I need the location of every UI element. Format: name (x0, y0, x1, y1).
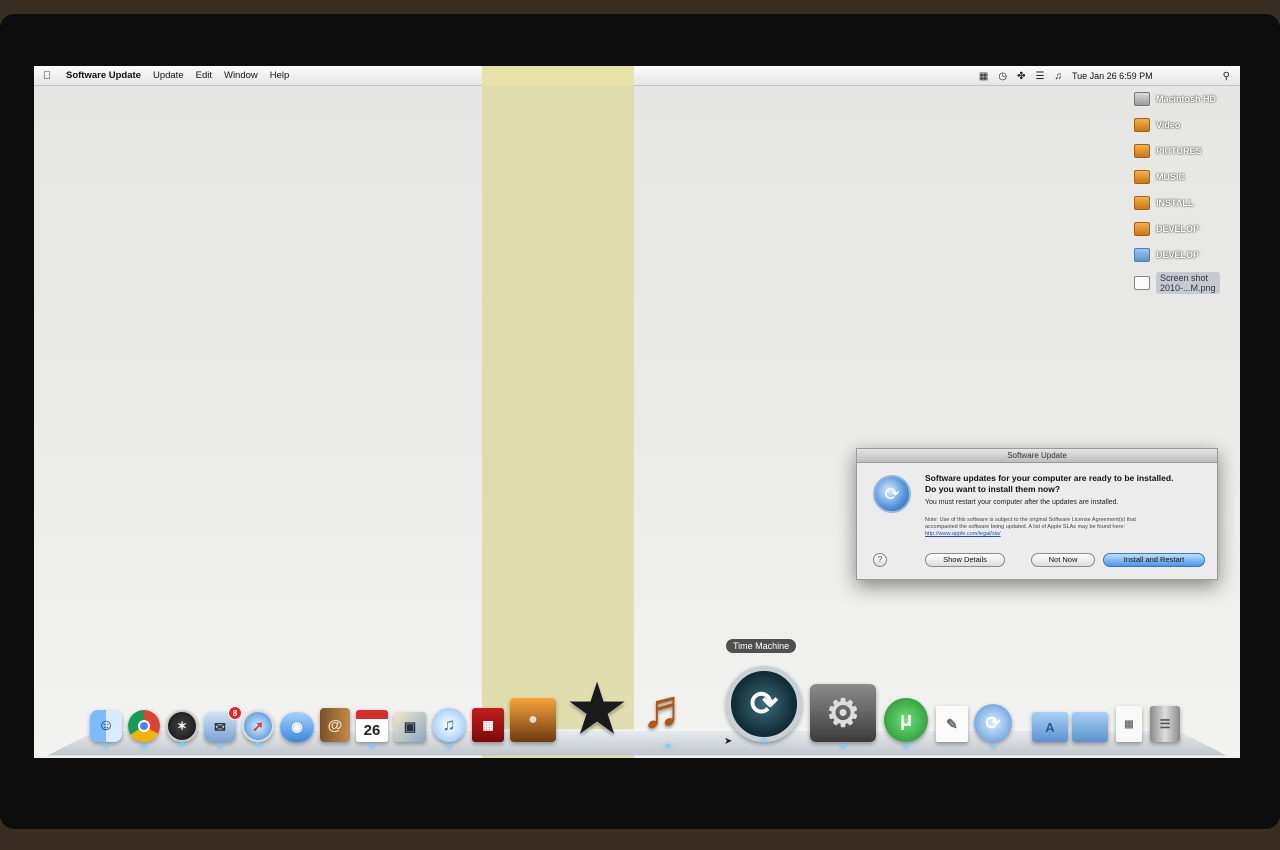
dialog-heading: Software updates for your computer are r… (925, 473, 1174, 494)
time-machine-icon[interactable]: ⟳ (726, 666, 802, 743)
finder-icon[interactable]: ☺ (90, 710, 122, 748)
dialog-note: Note: Use of this software is subject to… (925, 517, 1145, 538)
iphoto-icon[interactable]: ● (510, 698, 556, 742)
desktop-item-screenshot[interactable]: Screen shot 2010-...M.png (1134, 268, 1236, 298)
menu-bar:  Software Update Update Edit Window Hel… (34, 66, 1240, 86)
running-indicator (666, 744, 670, 748)
external-drive-icon (1134, 196, 1150, 210)
running-indicator (142, 744, 146, 748)
hard-drive-icon (1134, 92, 1150, 106)
desktop-item-install[interactable]: INSTALL (1134, 190, 1236, 216)
sla-link[interactable]: http://www.apple.com/legal/sla/ (925, 531, 1001, 537)
safari-icon[interactable]: ➚ (242, 710, 274, 746)
running-indicator (904, 744, 908, 748)
menu-window[interactable]: Window (218, 70, 264, 81)
clock[interactable]: Tue Jan 26 6:59 PM (1072, 71, 1153, 81)
not-now-button[interactable]: Not Now (1031, 553, 1095, 567)
dialog-message: You must restart your computer after the… (925, 499, 1119, 506)
software-update-dialog: Software Update ⟳ Software updates for y… (856, 448, 1218, 580)
running-indicator (180, 742, 184, 746)
script-icon[interactable]: ▦ (979, 71, 988, 82)
wifi-icon[interactable]: ☰ (1035, 71, 1044, 82)
install-and-restart-button[interactable]: Install and Restart (1103, 553, 1205, 567)
running-indicator (447, 744, 451, 748)
mail-badge: 8 (228, 706, 242, 720)
desktop-icons: Macintosh HD Video PICTURES MUSIC INSTAL… (1134, 86, 1236, 298)
running-indicator (370, 744, 374, 748)
software-update-icon: ⟳ (873, 475, 911, 513)
apple-menu-icon[interactable]:  (34, 70, 60, 82)
itunes-icon[interactable]: ♫ (432, 708, 466, 748)
bluetooth-icon[interactable]: ✤ (1017, 71, 1025, 82)
external-drive-icon (1134, 144, 1150, 158)
garageband-icon[interactable]: ♬ (638, 676, 698, 748)
dialog-title[interactable]: Software Update (857, 449, 1217, 463)
image-file-icon (1134, 276, 1150, 290)
photo-booth-icon[interactable]: ▦ (472, 708, 504, 742)
volume-icon[interactable]: ♫ (1054, 71, 1062, 82)
desktop-item-pictures[interactable]: PICTURES (1134, 138, 1236, 164)
running-indicator (762, 739, 766, 743)
dialog-note-text: Note: Use of this software is subject to… (925, 517, 1136, 530)
status-area: ▦ ◷ ✤ ☰ ♫ Tue Jan 26 6:59 PM ⚲ (979, 66, 1230, 86)
menu-update[interactable]: Update (147, 70, 190, 81)
folder-icon (1134, 248, 1150, 262)
external-drive-icon (1134, 118, 1150, 132)
imovie-icon[interactable]: ★ (564, 673, 630, 745)
time-machine-icon[interactable]: ◷ (998, 71, 1007, 82)
display-artifact-stripe-top (482, 66, 634, 86)
menu-app-name[interactable]: Software Update (60, 70, 147, 81)
running-indicator (218, 744, 222, 748)
desktop-item-develop-drive[interactable]: DEVELOP (1134, 216, 1236, 242)
network-radar-icon[interactable]: ✶ (166, 710, 198, 746)
software-update-dock-icon[interactable]: ⟳ (974, 704, 1012, 748)
external-drive-icon (1134, 170, 1150, 184)
calendar-date: 26 (363, 721, 381, 739)
documents-folder-icon[interactable] (1072, 712, 1108, 742)
show-details-button[interactable]: Show Details (925, 553, 1005, 567)
mouse-pointer-icon: ➤ (724, 736, 733, 747)
dock: ☺ ✶ ✉ 8 ➚ ◉ @ 26 ▣ ♫ ▦ ● ★ ♬ ⟳ ⚙ μ ✎ ⟳ A … (86, 648, 1196, 748)
ical-icon[interactable]: 26 (356, 710, 388, 748)
utorrent-icon[interactable]: μ (884, 698, 928, 748)
downloads-stack-icon[interactable]: ▦ (1116, 706, 1142, 742)
desktop-item-music[interactable]: MUSIC (1134, 164, 1236, 190)
menu-edit[interactable]: Edit (190, 70, 218, 81)
running-indicator (841, 744, 845, 748)
mail-icon[interactable]: ✉ 8 (204, 706, 242, 748)
menu-help[interactable]: Help (264, 70, 296, 81)
running-indicator (104, 744, 108, 748)
running-indicator (991, 744, 995, 748)
photo-preview-icon[interactable]: ▣ (394, 712, 426, 742)
address-book-icon[interactable]: @ (320, 708, 350, 742)
spotlight-search-icon[interactable]: ⚲ (1223, 71, 1230, 82)
applications-folder-icon[interactable]: A (1032, 712, 1068, 742)
desktop-item-video[interactable]: Video (1134, 112, 1236, 138)
trash-icon[interactable]: ☰ (1150, 706, 1180, 742)
running-indicator (256, 742, 260, 746)
desktop-item-macintosh-hd[interactable]: Macintosh HD (1134, 86, 1236, 112)
ichat-icon[interactable]: ◉ (280, 712, 314, 742)
textedit-icon[interactable]: ✎ (936, 706, 968, 742)
help-button[interactable]: ? (873, 553, 887, 567)
external-drive-icon (1134, 222, 1150, 236)
desktop-screen:  Software Update Update Edit Window Hel… (34, 66, 1240, 758)
system-preferences-icon[interactable]: ⚙ (810, 684, 876, 748)
chrome-icon[interactable] (128, 710, 160, 748)
desktop-item-develop-folder[interactable]: DEVELOP (1134, 242, 1236, 268)
